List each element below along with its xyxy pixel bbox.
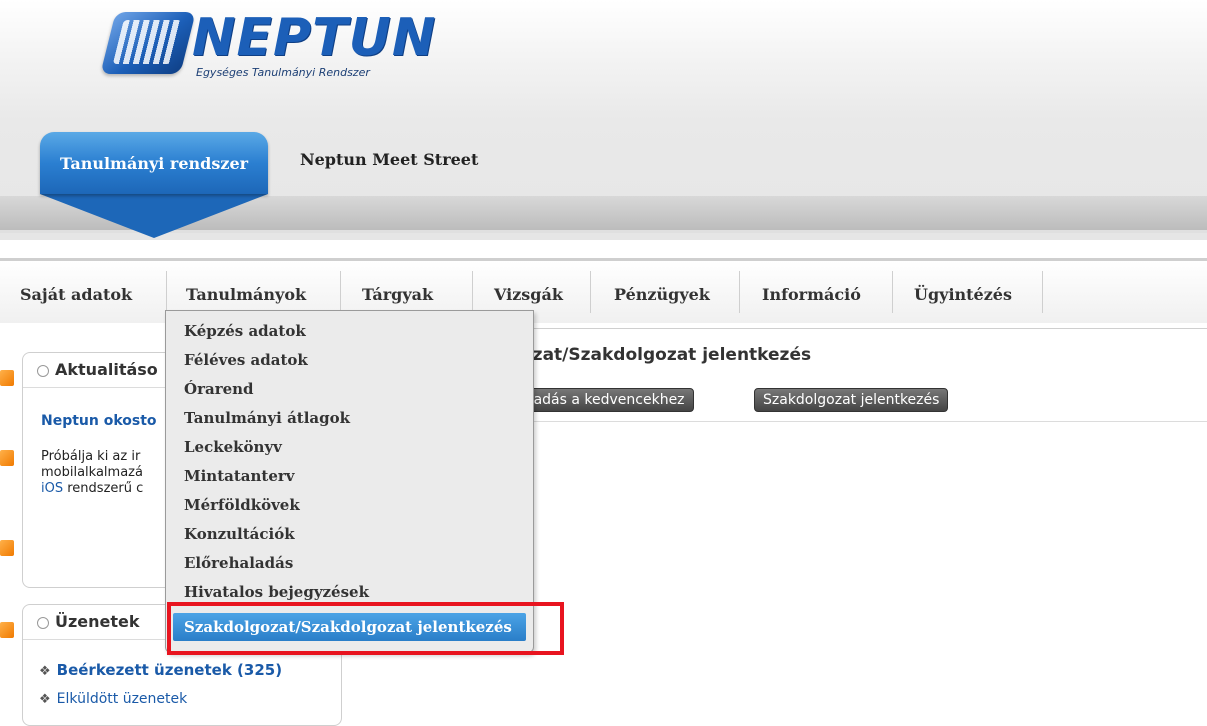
nav-item-sajat-adatok[interactable]: Saját adatok: [14, 281, 138, 309]
system-tab-arrow: [40, 194, 268, 238]
highlight-box: [167, 602, 564, 655]
system-tab-tanulmanyi[interactable]: Tanulmányi rendszer: [40, 132, 268, 194]
logo-text: NEPTUN: [192, 8, 437, 68]
menu-item-orarend[interactable]: Órarend: [184, 377, 254, 401]
nav-separator: [1042, 271, 1043, 313]
menu-item-merfoldkovek[interactable]: Mérföldkövek: [184, 493, 300, 517]
news-link[interactable]: Neptun okosto: [41, 413, 157, 429]
collapse-icon: [37, 616, 49, 629]
logo-subtitle: Egységes Tanulmányi Rendszer: [196, 66, 370, 79]
nav-item-targyak[interactable]: Tárgyak: [356, 281, 439, 309]
menu-item-leckekonyv[interactable]: Leckekönyv: [184, 435, 282, 459]
news-text-rest: rendszerű c: [63, 481, 144, 496]
nav-separator: [166, 271, 167, 313]
nav-separator: [472, 271, 473, 313]
menu-item-kepzes-adatok[interactable]: Képzés adatok: [184, 319, 306, 343]
diamond-bullet-icon: ❖: [39, 692, 51, 707]
add-to-favorites-button[interactable]: áadás a kedvencekhez: [516, 388, 694, 412]
nav-separator: [340, 271, 341, 313]
system-link-meet-street[interactable]: Neptun Meet Street: [300, 150, 478, 169]
news-panel-title: Aktualitáso: [55, 360, 158, 379]
decor-tab: [0, 540, 14, 556]
sent-label: Elküldött üzenetek: [56, 691, 188, 707]
nav-item-ugyintezes[interactable]: Ügyintézés: [908, 281, 1018, 309]
menu-item-konzultaciok[interactable]: Konzultációk: [184, 522, 295, 546]
collapse-icon: [37, 364, 49, 377]
neptun-logo-icon: [100, 12, 196, 74]
decor-tab: [0, 370, 14, 386]
decor-tab: [0, 450, 14, 466]
decor-tab: [0, 622, 14, 638]
menu-item-tanulmanyi-atlagok[interactable]: Tanulmányi átlagok: [184, 406, 350, 430]
ios-link[interactable]: iOS: [41, 481, 63, 496]
page-title: ozat/Szakdolgozat jelentkezés: [521, 345, 812, 365]
nav-item-informacio[interactable]: Információ: [756, 281, 867, 309]
diamond-bullet-icon: ❖: [39, 664, 51, 679]
neptun-logo[interactable]: NEPTUN Egységes Tanulmányi Rendszer: [100, 8, 435, 88]
thesis-application-button[interactable]: Szakdolgozat jelentkezés: [754, 388, 949, 412]
nav-separator: [590, 271, 591, 313]
header: NEPTUN Egységes Tanulmányi Rendszer Tanu…: [0, 0, 1207, 240]
sent-link[interactable]: ❖ Elküldött üzenetek: [39, 691, 187, 707]
nav-item-penzugyek[interactable]: Pénzügyek: [608, 281, 716, 309]
nav-separator: [739, 271, 740, 313]
menu-item-hivatalos-bejegyzesek[interactable]: Hivatalos bejegyzések: [184, 580, 369, 604]
menu-item-feleves-adatok[interactable]: Féléves adatok: [184, 348, 308, 372]
nav-item-tanulmanyok[interactable]: Tanulmányok: [180, 281, 312, 309]
menu-item-mintatanterv[interactable]: Mintatanterv: [184, 464, 295, 488]
nav-separator: [892, 271, 893, 313]
messages-panel-title: Üzenetek: [55, 612, 140, 631]
nav-item-vizsgak[interactable]: Vizsgák: [488, 281, 569, 309]
inbox-label: Beérkezett üzenetek (325): [56, 661, 283, 679]
inbox-link[interactable]: ❖ Beérkezett üzenetek (325): [39, 661, 282, 679]
menu-item-elorehaladas[interactable]: Előrehaladás: [184, 551, 293, 575]
